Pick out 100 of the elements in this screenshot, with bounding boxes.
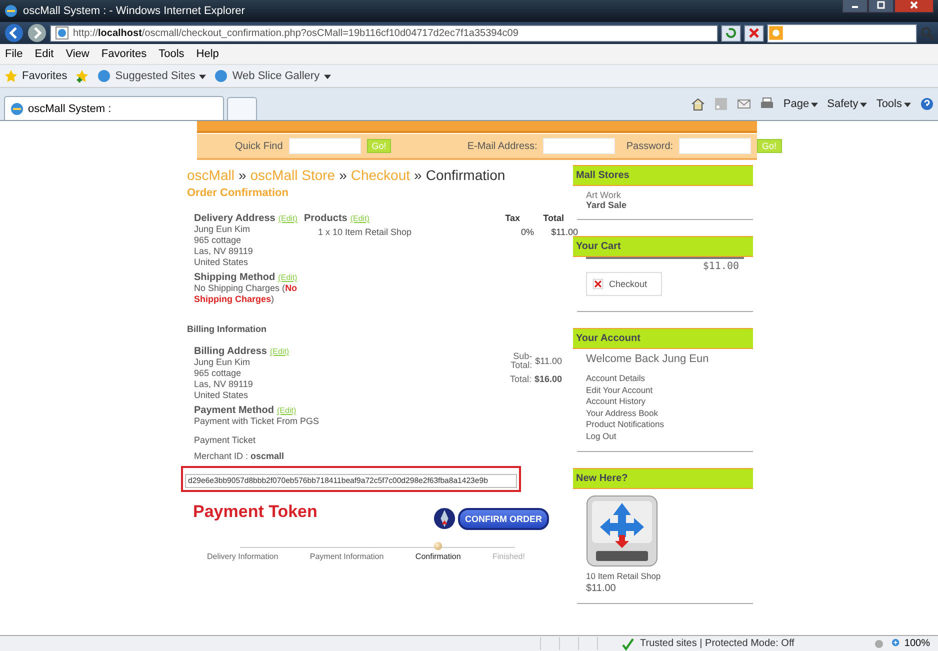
browser-icon [10,102,24,116]
search-field[interactable] [767,24,917,42]
section-heading: Billing Information [187,324,268,334]
menu-item[interactable]: Favorites [101,48,147,60]
address-line: Jung Eun Kim [194,357,252,368]
refresh-button[interactable] [721,24,741,42]
total-value: $11.00 [535,356,562,366]
column-header: Total [542,213,564,223]
maximize-icon [876,0,886,10]
favorites-link[interactable]: Suggested Sites [97,69,206,83]
menu-item[interactable]: Tools [158,48,184,60]
star-icon [4,69,18,83]
address-line: Jung Eun Kim [194,224,252,235]
checkmark-icon [621,636,635,650]
section-title: Products [304,213,348,224]
account-link[interactable]: Edit Your Account [586,384,744,396]
ticket-label: Payment Ticket [194,435,257,446]
total-label: Total: [509,374,532,384]
security-zone[interactable]: Trusted sites | Protected Mode: Off [640,638,794,649]
breadcrumb-current: Confirmation [426,167,506,183]
printer-icon[interactable] [760,97,774,111]
box-header: Your Cart [573,236,753,257]
account-link[interactable]: Your Address Book [586,408,744,419]
browser-tab[interactable]: oscMall System : [4,96,224,120]
stop-button[interactable] [744,24,764,42]
caret-icon [904,100,911,108]
address-line: Las, NV 89119 [194,246,254,257]
column-header: Tax [504,213,520,223]
breadcrumb-separator: » [414,167,422,183]
account-link[interactable]: Product Notifications [586,419,744,430]
address-line: United States [194,257,250,268]
store-link[interactable]: Art Work [586,190,744,200]
section-title: Payment Method [194,405,274,416]
field-label: Password: [626,140,674,152]
total-label: Sub-Total: [510,352,532,370]
product-price: $11.00 [586,582,617,594]
welcome-text: Welcome Back Jung Eun [586,353,710,365]
back-button[interactable] [4,23,24,43]
add-favorites-icon[interactable] [75,69,90,83]
page-heading: Order Confirmation [187,187,290,199]
account-link[interactable]: Account Details [586,373,744,384]
help-icon[interactable] [920,97,934,111]
page-icon [55,26,69,40]
field-label: E-Mail Address: [467,140,538,152]
email-field[interactable] [543,138,616,154]
zoom-button[interactable]: 100% [891,638,930,649]
product-name[interactable]: 10 Item Retail Shop [586,571,744,582]
section-title: Delivery Address [194,213,276,224]
quick-find-field[interactable] [288,138,361,154]
annotation-label: Payment Token [193,502,318,522]
window-title: oscMall System : - Windows Internet Explorer [23,5,246,17]
menu-item[interactable]: Help [196,48,219,60]
confirm-order-button[interactable]: CONFIRM ORDER [458,508,549,530]
section-title: Shipping Method [194,272,276,283]
browser-icon [4,4,18,18]
broken-image-icon [593,279,603,289]
box-header: Your Account [573,328,753,349]
cart-total: $11.00 [702,261,740,272]
merchant-id: Merchant ID : oscmall [194,451,286,462]
caret-icon [860,100,868,108]
address-line: 965 cottage [194,235,242,246]
password-field[interactable] [679,138,752,154]
table-cell-text: $11.00 [550,227,578,238]
command-menu[interactable]: Safety [827,98,868,110]
globe-icon [214,69,228,83]
minimize-button[interactable] [842,0,868,13]
forward-button[interactable] [27,23,47,43]
step-label: Delivery Information [207,552,278,561]
checkout-button[interactable]: Checkout [586,272,662,296]
mail-icon[interactable] [737,97,752,111]
address-field[interactable]: http://localhost/oscmall/checkout_confirmation.php?osCMall=19b116cf10d04717d2ec7f1a35394c09 [50,24,718,42]
step-label: Payment Information [310,552,384,561]
address-line: 965 cottage [194,368,242,379]
caret-icon [324,72,331,80]
breadcrumb-separator: » [339,167,347,183]
home-icon[interactable] [691,97,706,111]
command-menu[interactable]: Page [783,98,818,110]
close-button[interactable] [894,0,934,13]
total-value: $16.00 [534,374,562,384]
account-link[interactable]: Log Out [586,430,744,442]
address-line: Las, NV 89119 [194,379,254,390]
caret-icon [811,100,818,108]
search-provider-icon [768,25,784,41]
menu-item[interactable]: Edit [34,48,54,60]
breadcrumb-separator: » [238,167,246,183]
menu-item[interactable]: View [66,48,90,60]
maximize-button[interactable] [868,0,894,13]
caret-icon [199,72,206,80]
box-header: Mall Stores [573,165,753,186]
menu-item[interactable]: File [5,48,23,60]
store-link[interactable]: Yard Sale [586,200,744,210]
section-title: Billing Address [194,346,267,357]
table-cell-text: 0% [520,227,534,238]
favorites-button[interactable]: Favorites [4,69,68,83]
account-link[interactable]: Account History [586,396,744,408]
favorites-link[interactable]: Web Slice Gallery [214,69,331,83]
table-cell-text: 1 x 10 Item Retail Shop [317,227,413,238]
command-menu[interactable]: Tools [876,98,911,110]
box-header: New Here? [573,468,753,489]
globe-icon [97,69,112,83]
